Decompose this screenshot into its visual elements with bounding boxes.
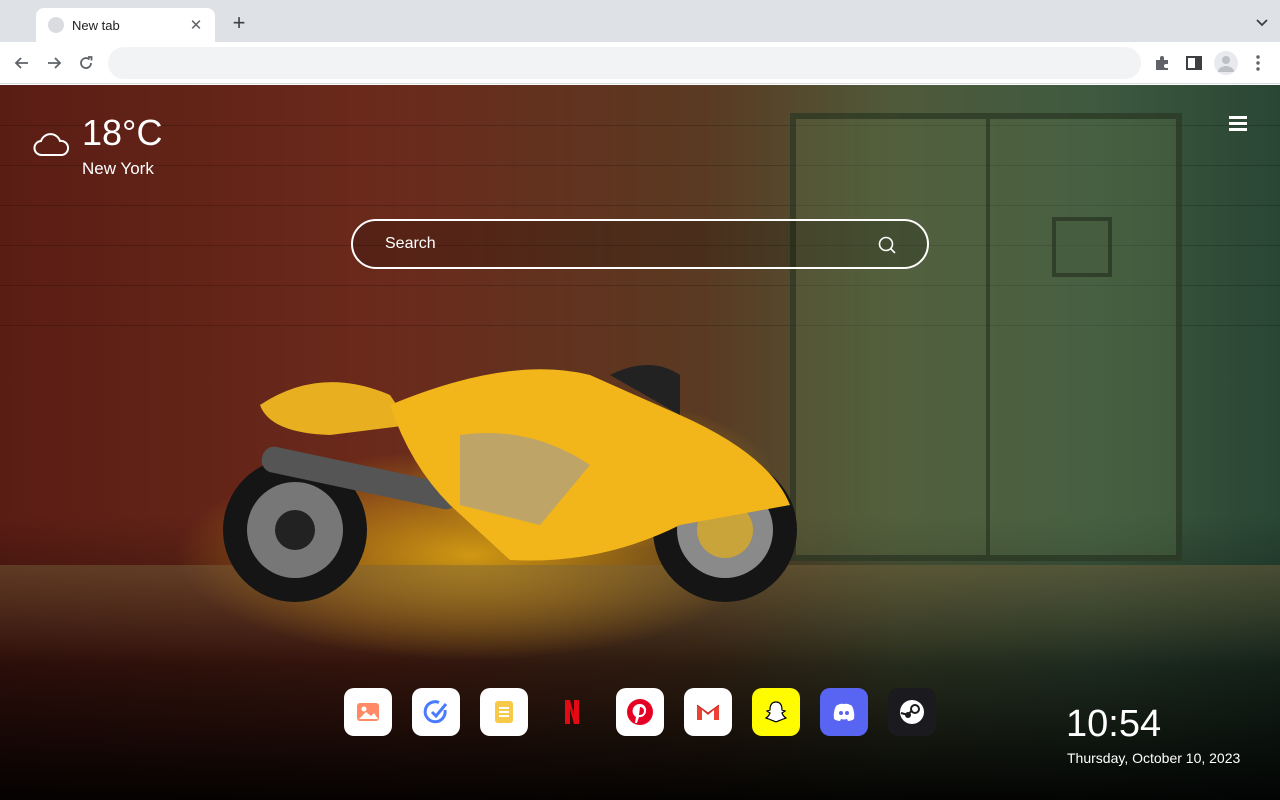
person-icon: [1218, 56, 1234, 72]
app-discord[interactable]: [820, 688, 868, 736]
motorcycle-illustration: [223, 365, 797, 602]
search-box[interactable]: [351, 219, 929, 269]
tab-new-tab[interactable]: New tab ✕: [36, 8, 215, 42]
app-dock: [344, 688, 956, 736]
snapchat-icon: [764, 701, 788, 723]
search-input[interactable]: [383, 231, 863, 257]
forward-arrow-icon[interactable]: [44, 53, 64, 73]
door-split: [986, 119, 990, 555]
app-gmail[interactable]: [684, 688, 732, 736]
clock-time: 10:54: [1066, 703, 1162, 745]
close-icon[interactable]: ✕: [187, 16, 205, 34]
favicon-icon: [48, 17, 64, 33]
app-snapchat[interactable]: [752, 688, 800, 736]
city-name: New York: [82, 159, 154, 178]
kebab-menu-icon[interactable]: [1248, 53, 1268, 73]
reload-icon[interactable]: [76, 53, 96, 73]
tab-strip: New tab ✕ +: [0, 0, 1280, 42]
pinterest-icon: [627, 699, 653, 725]
temperature: 18°C: [82, 112, 163, 153]
search-icon[interactable]: [877, 235, 897, 255]
image-icon: [357, 703, 379, 721]
netflix-icon: [565, 700, 579, 724]
new-tab-button[interactable]: +: [228, 12, 250, 35]
address-bar[interactable]: [108, 47, 1141, 79]
discord-icon: [833, 703, 855, 721]
hamburger-menu-icon[interactable]: [1229, 116, 1249, 134]
cloud-icon: [33, 133, 70, 156]
weather-widget[interactable]: 18°C New York: [32, 112, 163, 178]
new-tab-page: 18°C New York Search 10:54 Thursday, Oct…: [0, 85, 1280, 800]
app-tasks[interactable]: [412, 688, 460, 736]
app-pinterest[interactable]: [616, 688, 664, 736]
background-door: [790, 113, 1182, 561]
app-notes[interactable]: [480, 688, 528, 736]
notes-icon: [495, 701, 513, 723]
tab-title: New tab: [72, 17, 120, 33]
side-panel-icon[interactable]: [1184, 53, 1204, 73]
profile-avatar[interactable]: [1214, 51, 1238, 75]
app-steam[interactable]: [888, 688, 936, 736]
gmail-icon: [696, 704, 720, 720]
steam-icon: [900, 700, 924, 724]
app-netflix[interactable]: [548, 688, 596, 736]
check-circle-icon: [423, 700, 448, 724]
extensions-icon[interactable]: [1152, 53, 1172, 73]
chevron-down-icon[interactable]: [1254, 14, 1270, 30]
back-arrow-icon[interactable]: [12, 53, 32, 73]
door-window: [1052, 217, 1112, 277]
app-photos[interactable]: [344, 688, 392, 736]
browser-toolbar: [0, 42, 1280, 84]
clock-date: Thursday, October 10, 2023: [1067, 750, 1241, 766]
